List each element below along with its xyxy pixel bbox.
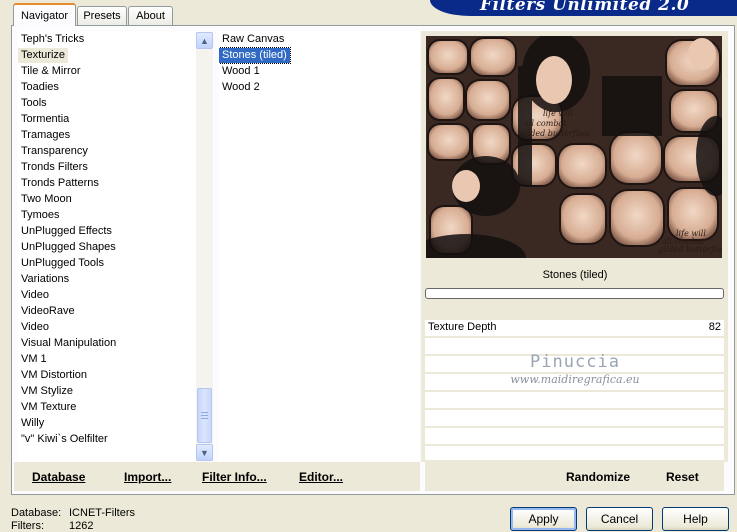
category-item[interactable]: Variations	[18, 272, 72, 287]
preview-caption: life will	[543, 109, 573, 118]
scroll-thumb[interactable]	[197, 388, 212, 443]
category-item[interactable]: UnPlugged Shapes	[18, 240, 119, 255]
param-label: Texture Depth	[428, 321, 497, 333]
param-row-empty	[425, 410, 724, 427]
grip-line	[201, 412, 208, 413]
category-item[interactable]: VM Texture	[18, 400, 79, 415]
cancel-button[interactable]: Cancel	[586, 507, 653, 531]
tab-navigator[interactable]: Navigator	[13, 3, 76, 26]
import-button[interactable]: Import...	[124, 470, 171, 484]
category-scrollbar[interactable]: ▲ ▼	[196, 32, 213, 461]
help-button[interactable]: Help	[662, 507, 729, 531]
category-item[interactable]: Teph's Tricks	[18, 32, 87, 47]
category-item[interactable]: VM 1	[18, 352, 50, 367]
right-button-bar: Randomize Reset	[425, 462, 724, 491]
category-item[interactable]: Texturize	[18, 48, 69, 63]
tab-presets[interactable]: Presets	[77, 6, 127, 25]
param-row-empty	[425, 392, 724, 409]
category-item[interactable]: Video	[18, 320, 52, 335]
scroll-up-button[interactable]: ▲	[196, 32, 213, 49]
progress-bar	[425, 288, 724, 299]
filter-item[interactable]: Wood 1	[219, 64, 263, 79]
editor-button[interactable]: Editor...	[299, 470, 343, 484]
preview-caption: gilded butterflies	[520, 129, 590, 138]
left-button-bar: Database Import... Filter Info... Editor…	[14, 462, 420, 491]
param-row-texture-depth[interactable]: Texture Depth 82	[425, 320, 724, 337]
category-item[interactable]: UnPlugged Tools	[18, 256, 107, 271]
filter-item[interactable]: Raw Canvas	[219, 32, 287, 47]
filters-count-value: 1262	[69, 520, 94, 532]
category-item[interactable]: Video	[18, 288, 52, 303]
tab-about[interactable]: About	[128, 6, 173, 25]
category-item[interactable]: UnPlugged Effects	[18, 224, 115, 239]
category-item[interactable]: Visual Manipulation	[18, 336, 119, 351]
filter-info-button[interactable]: Filter Info...	[202, 470, 267, 484]
category-item[interactable]: Tronds Filters	[18, 160, 91, 175]
chevron-down-icon: ▼	[200, 447, 209, 458]
preview-caption: gilded butterflies	[658, 245, 722, 254]
param-row-empty	[425, 446, 724, 461]
grip-line	[201, 418, 208, 419]
grip-line	[201, 415, 208, 416]
preview-filter-name: Stones (tiled)	[542, 269, 608, 281]
preview-texture: life will all combat gilded butterflies …	[426, 36, 722, 258]
apply-button[interactable]: Apply	[510, 507, 577, 531]
category-item[interactable]: VM Stylize	[18, 384, 76, 399]
database-button[interactable]: Database	[32, 470, 85, 484]
category-item[interactable]: Tools	[18, 96, 50, 111]
category-item[interactable]: Tramages	[18, 128, 73, 143]
category-item[interactable]: Tymoes	[18, 208, 63, 223]
preview-image: life will all combat gilded butterflies …	[426, 36, 722, 258]
param-value[interactable]: 82	[709, 321, 721, 333]
category-item[interactable]: VideoRave	[18, 304, 78, 319]
category-list[interactable]: Teph's Tricks Texturize Tile & Mirror Toadi…	[18, 31, 196, 461]
category-item[interactable]: Transparency	[18, 144, 91, 159]
category-item[interactable]: Tormentia	[18, 112, 72, 127]
filter-list[interactable]: Raw Canvas Stones (tiled) Wood 1 Wood 2	[219, 31, 419, 461]
category-item[interactable]: Willy	[18, 416, 47, 431]
category-item[interactable]: Tile & Mirror	[18, 64, 83, 79]
category-item[interactable]: "v" Kiwi`s Oelfilter	[18, 432, 111, 447]
category-item[interactable]: VM Distortion	[18, 368, 90, 383]
app-title-banner: Filters Unlimited 2.0	[430, 0, 737, 16]
database-status-label: Database:	[11, 507, 62, 519]
category-item[interactable]: Toadies	[18, 80, 62, 95]
chevron-up-icon: ▲	[200, 35, 209, 46]
param-row-empty	[425, 428, 724, 445]
filter-item[interactable]: Stones (tiled)	[219, 47, 291, 64]
scroll-down-button[interactable]: ▼	[196, 444, 213, 461]
category-item[interactable]: Two Moon	[18, 192, 75, 207]
category-item[interactable]: Tronds Patterns	[18, 176, 102, 191]
preview-caption: all combat	[524, 119, 567, 128]
watermark-url: www.maidiregrafica.eu	[510, 373, 640, 386]
database-status-value: ICNET-Filters	[69, 507, 135, 519]
app-title: Filters Unlimited 2.0	[480, 0, 690, 15]
watermark-name: Pinuccia	[530, 352, 620, 372]
filter-item[interactable]: Wood 2	[219, 80, 263, 95]
reset-button[interactable]: Reset	[666, 470, 699, 484]
randomize-button[interactable]: Randomize	[566, 470, 630, 484]
filters-count-label: Filters:	[11, 520, 44, 532]
